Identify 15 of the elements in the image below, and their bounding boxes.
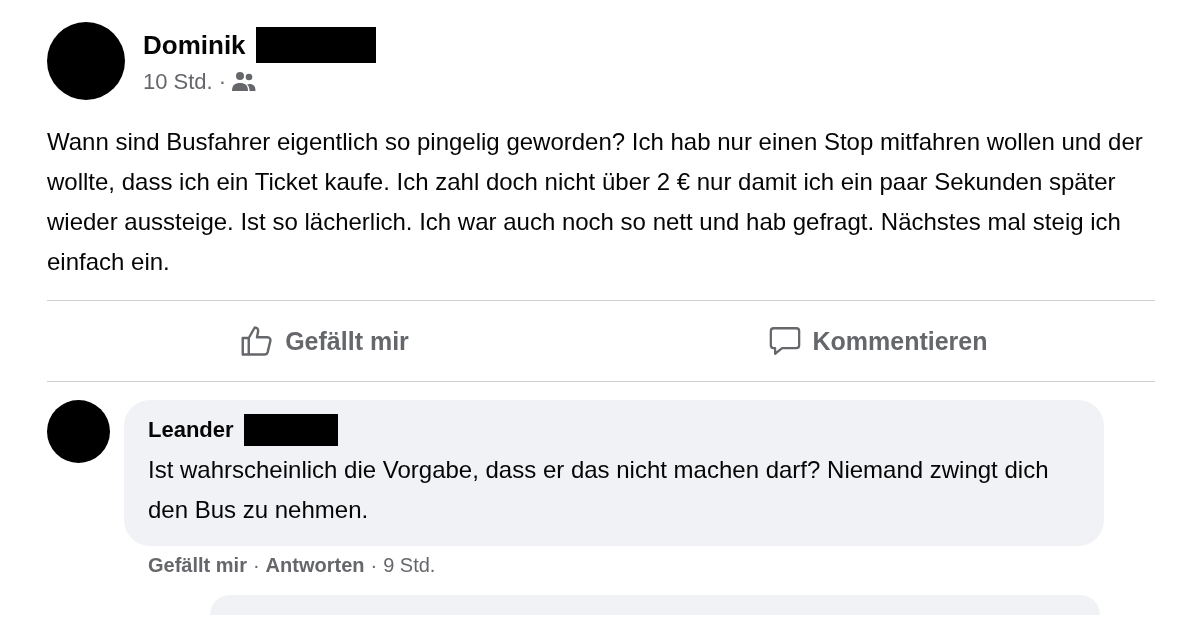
reply-link[interactable]: Antworten xyxy=(265,554,365,577)
like-button[interactable]: Gefällt mir xyxy=(47,301,601,381)
separator-dot: · xyxy=(370,554,378,577)
post-text: Wann sind Busfahrer eigentlich so pingelig geworden? Ich hab nur einen Stop mitfahren wollen und der wollte, dass ich ein Ticket kaufe. Ich zahl doch nicht über 2 € nur damit ich ein paar Sekunden später wieder aussteige. Ist so lächerlich. Ich war auch noch so nett und hab gefragt. Nächstes mal steig ich einfach ein. xyxy=(47,127,1144,277)
comment-text: Ist wahrscheinlich die Vorgabe, dass er das nicht machen darf? Niemand zwingt dich den Bus zu nehmen. xyxy=(148,455,1050,525)
speech-bubble-icon xyxy=(768,324,803,358)
post-time[interactable]: 10 Std. xyxy=(143,69,213,95)
author-name[interactable]: Dominik xyxy=(143,29,246,61)
people-icon xyxy=(232,71,257,93)
separator-dot: · xyxy=(252,554,260,577)
separator-dot: · xyxy=(218,69,227,95)
author-name[interactable]: Leander xyxy=(148,417,234,443)
like-link[interactable]: Gefällt mir xyxy=(148,554,247,577)
comment-button[interactable]: Kommentieren xyxy=(601,301,1155,381)
comment-time[interactable]: 9 Std. xyxy=(383,554,436,577)
